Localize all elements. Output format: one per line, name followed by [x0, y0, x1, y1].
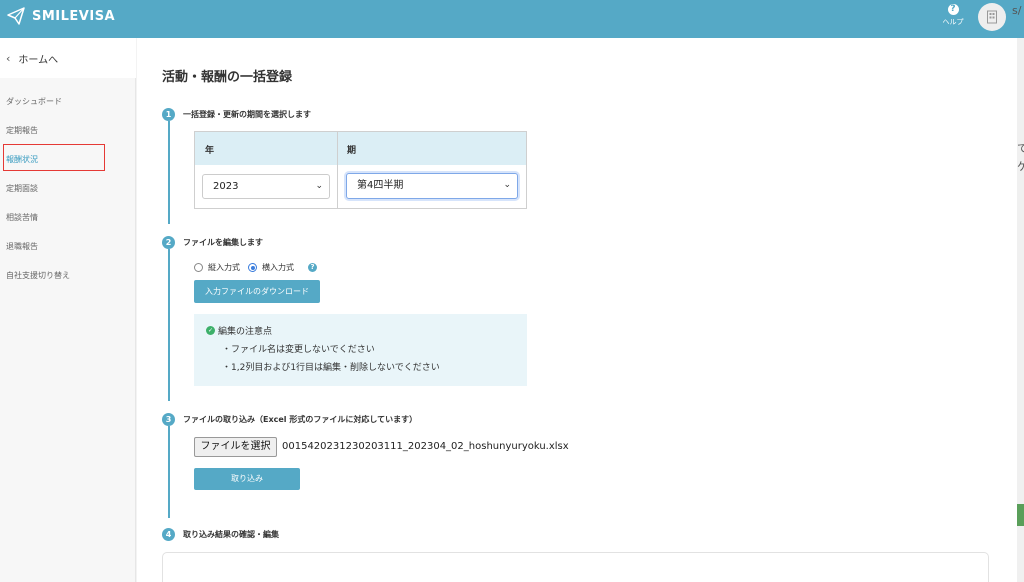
sidebar: ‹ ホームへ ダッシュボード 定期報告 報酬状況 定期面談 相談苦情 退職報告 …	[0, 38, 136, 582]
chevron-down-icon: ⌄	[315, 181, 323, 191]
chevron-left-icon: ‹	[6, 51, 11, 65]
step-number: 4	[162, 528, 175, 541]
sidebar-item-periodic-report[interactable]: 定期報告	[6, 125, 38, 136]
notice-title: ✓ 編集の注意点	[206, 324, 272, 337]
step-title: 取り込み結果の確認・編集	[183, 530, 279, 539]
app-header: SMILEVISA ? ヘルプ	[0, 0, 1024, 38]
sidebar-item-consultation-complaints[interactable]: 相談苦情	[6, 212, 38, 223]
back-home-link[interactable]: ‹ ホームへ	[0, 38, 136, 78]
step-number: 2	[162, 236, 175, 249]
import-result-panel	[162, 552, 989, 582]
edge-text: ケ	[1017, 160, 1024, 173]
choose-file-button[interactable]: ファイルを選択	[194, 437, 277, 457]
app-name: SMILEVISA	[32, 8, 116, 24]
help-button[interactable]: ? ヘルプ	[936, 4, 970, 27]
radio-horizontal[interactable]	[248, 263, 257, 272]
term-header: 期	[347, 146, 357, 156]
check-circle-icon: ✓	[206, 326, 215, 335]
input-format-radios: 縦入力式 横入力式 ?	[194, 262, 317, 273]
radio-vertical-label[interactable]: 縦入力式	[208, 262, 240, 273]
selected-file-name: 0015420231230203111_202304_02_hoshunyury…	[282, 441, 569, 452]
help-label: ヘルプ	[942, 18, 964, 26]
radio-vertical[interactable]	[194, 263, 203, 272]
step-connector	[168, 121, 170, 224]
sidebar-item-dashboard[interactable]: ダッシュボード	[6, 96, 62, 107]
sidebar-item-resignation-report[interactable]: 退職報告	[6, 241, 38, 252]
edge-text: s/	[1012, 4, 1022, 17]
year-header: 年	[205, 146, 215, 156]
logo[interactable]: SMILEVISA	[6, 6, 115, 26]
help-icon: ?	[947, 4, 959, 15]
year-select[interactable]: 2023 ⌄	[202, 174, 330, 199]
edge-text: て	[1017, 142, 1024, 155]
step-connector	[168, 426, 170, 518]
step-title: ファイルの取り込み（Excel 形式のファイルに対応しています）	[183, 415, 418, 424]
building-icon	[987, 10, 997, 24]
highlight-annotation	[3, 144, 105, 171]
step-connector	[168, 249, 170, 401]
question-icon[interactable]: ?	[308, 263, 317, 272]
year-select-value: 2023	[213, 181, 239, 192]
paper-plane-icon	[7, 7, 25, 25]
avatar[interactable]	[978, 3, 1006, 31]
step-title: ファイルを編集します	[183, 238, 263, 247]
step-number: 3	[162, 413, 175, 426]
notice-line: ・1,2列目および1行目は編集・削除しないでください	[222, 363, 440, 373]
download-input-file-button[interactable]: 入力ファイルのダウンロード	[194, 280, 320, 303]
term-select-value: 第4四半期	[357, 180, 404, 191]
edit-notice: ✓ 編集の注意点 ・ファイル名は変更しないでください ・1,2列目および1行目は…	[194, 314, 527, 386]
step-number: 1	[162, 108, 175, 121]
radio-horizontal-label[interactable]: 横入力式	[262, 262, 294, 273]
background-element	[1017, 504, 1024, 526]
step-title: 一括登録・更新の期間を選択します	[183, 110, 311, 119]
background-window-edge	[1017, 38, 1024, 582]
period-table-header: 年 期	[195, 132, 526, 165]
term-select[interactable]: 第4四半期 ⌄	[346, 173, 518, 199]
sidebar-item-switch-support[interactable]: 自社支援切り替え	[6, 270, 70, 281]
period-table: 年 期 2023 ⌄ 第4四半期 ⌄	[194, 131, 527, 209]
table-divider	[337, 132, 338, 208]
notice-line: ・ファイル名は変更しないでください	[222, 345, 375, 355]
main-content: 活動・報酬の一括登録 1 一括登録・更新の期間を選択します 年 期 2023 ⌄…	[137, 38, 1017, 582]
back-home-label: ホームへ	[18, 54, 59, 66]
import-button[interactable]: 取り込み	[194, 468, 300, 490]
page-title: 活動・報酬の一括登録	[162, 70, 293, 85]
notice-title-text: 編集の注意点	[218, 327, 273, 337]
sidebar-item-periodic-interview[interactable]: 定期面談	[6, 183, 38, 194]
chevron-down-icon: ⌄	[503, 180, 511, 190]
